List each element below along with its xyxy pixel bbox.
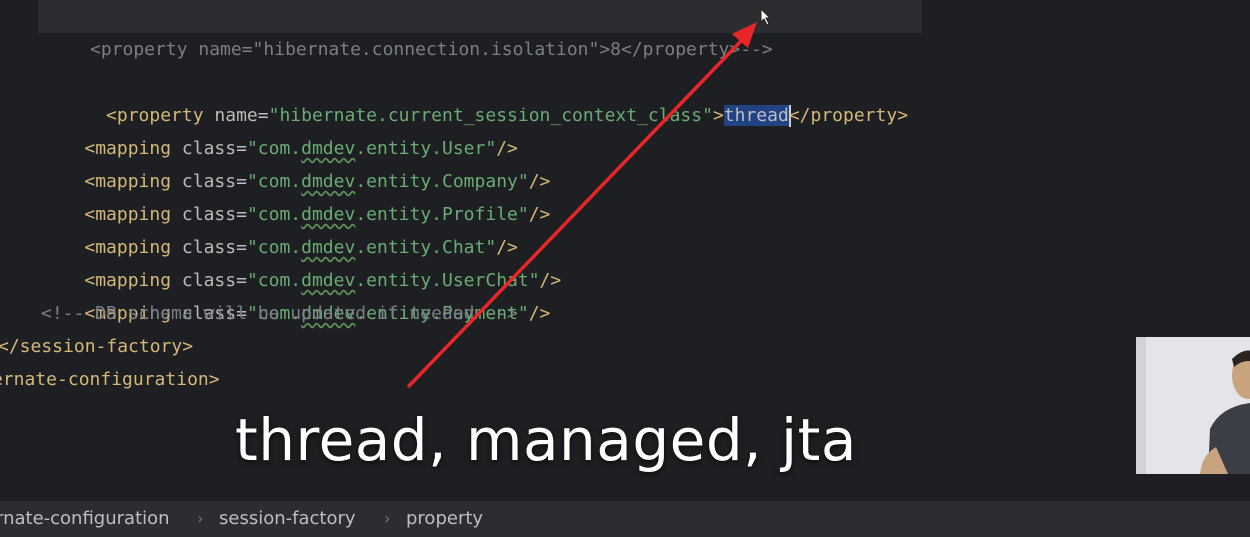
presenter-webcam <box>1136 337 1250 474</box>
presenter-icon <box>1136 337 1250 474</box>
chevron-right-icon: › <box>384 509 391 528</box>
mouse-cursor-icon <box>760 8 772 26</box>
breadcrumb-item-configuration[interactable]: rnate-configuration <box>0 501 170 537</box>
breadcrumb-item-property[interactable]: property <box>406 501 483 537</box>
breadcrumb: rnate-configuration › session-factory › … <box>0 500 1250 537</box>
breadcrumb-item-session-factory[interactable]: session-factory <box>219 501 356 537</box>
chevron-right-icon: › <box>197 509 204 528</box>
video-subtitle: thread, managed, jta <box>235 406 857 474</box>
